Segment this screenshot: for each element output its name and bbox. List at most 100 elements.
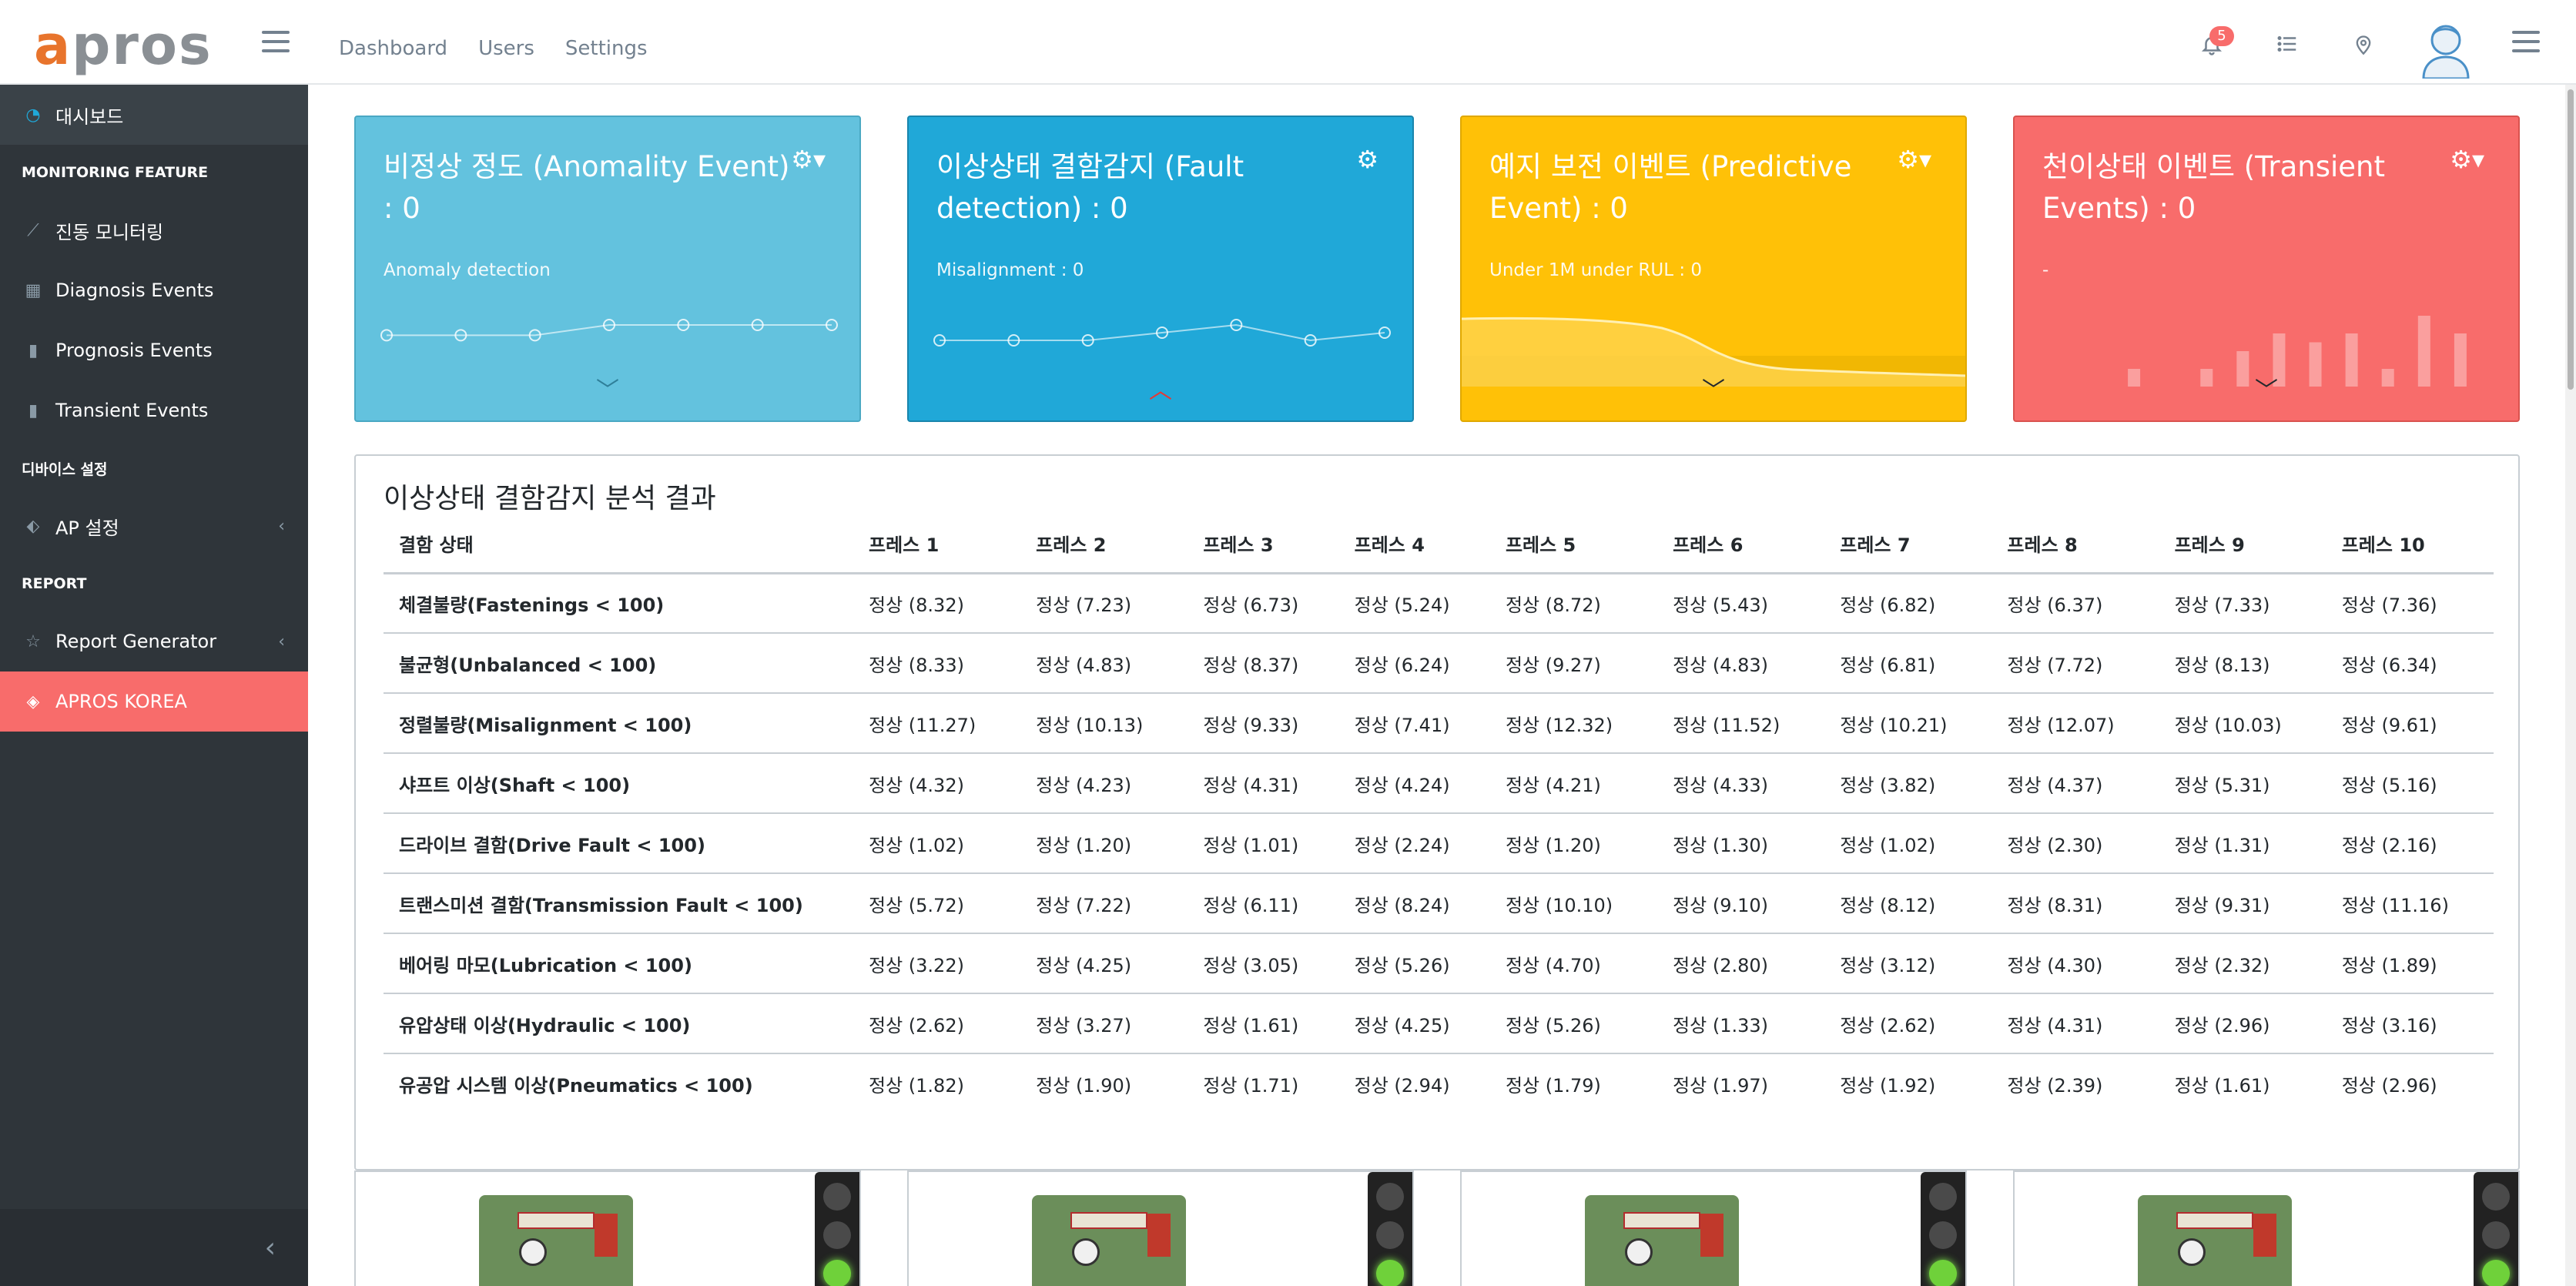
transient-event-card: 천이상태 이벤트 (Transient Events) : 0 - ⚙▾ ﹀ [2013, 116, 2520, 422]
sidebar-section-title: 디바이스 설정 [22, 460, 108, 478]
press-status-cell: 정상 (1.02) [853, 813, 1021, 874]
table-row: 드라이브 결함(Drive Fault < 100) 정상 (1.02) 정상 (1… [384, 813, 2494, 874]
press-status-cell: 정상 (10.13) [1020, 693, 1188, 754]
location-pin-icon [2356, 35, 2371, 55]
press-status-cell: 정상 (4.31) [1991, 993, 2159, 1054]
fault-type-cell: 체결불량(Fastenings < 100) [384, 573, 853, 634]
sidebar-toggle-button[interactable] [262, 31, 290, 52]
page-scrollbar[interactable] [2565, 85, 2576, 1286]
fault-type-cell: 드라이브 결함(Drive Fault < 100) [384, 813, 853, 874]
column-header-press: 프레스 7 [1824, 514, 1992, 574]
task-list-button[interactable] [2274, 32, 2300, 59]
tag-icon: ⬖ [26, 516, 40, 536]
predictive-event-card: 예지 보전 이벤트 (Predictive Event) : 0 Under 1… [1460, 116, 1967, 422]
press-status-cell: 정상 (4.83) [1020, 633, 1188, 694]
user-avatar[interactable] [2420, 20, 2471, 80]
sidebar-item-label: 진동 모니터링 [55, 221, 164, 243]
press-status-cell: 정상 (2.39) [2007, 1075, 2103, 1097]
press-status-cell: 정상 (4.31) [1188, 753, 1339, 814]
notifications-button[interactable]: 5 [2199, 26, 2234, 59]
card-subtitle: Under 1M under RUL : 0 [1489, 260, 1703, 280]
scrollbar-thumb[interactable] [2568, 89, 2574, 390]
bar-chart-icon: ▮ [28, 340, 39, 360]
press-equipment-card[interactable] [354, 1170, 861, 1286]
press-status-cell: 정상 (6.82) [1824, 573, 1992, 634]
nav-settings-link[interactable]: Settings [550, 37, 663, 60]
press-equipment-card[interactable] [907, 1170, 1414, 1286]
press-machine-image [1032, 1195, 1186, 1286]
location-button[interactable] [2350, 32, 2377, 59]
sidebar-item-label: Diagnosis Events [55, 280, 214, 301]
press-status-cell: 정상 (10.10) [1489, 873, 1658, 934]
press-status-cell: 정상 (11.16) [2326, 873, 2494, 934]
card-settings-button[interactable]: ⚙▾ [791, 145, 826, 174]
press-status-cell: 정상 (4.70) [1489, 933, 1658, 994]
press-status-cell: 정상 (4.37) [1991, 753, 2159, 814]
column-header-press: 프레스 5 [1489, 514, 1658, 574]
chevron-up-icon[interactable]: ︿ [909, 371, 1412, 405]
press-status-cell: 정상 (5.26) [1489, 993, 1658, 1054]
press-status-cell: 정상 (2.24) [1338, 813, 1490, 874]
press-status-cell: 정상 (10.03) [2159, 693, 2326, 754]
chevron-down-icon[interactable]: ﹀ [2015, 371, 2518, 405]
column-header-press: 프레스 9 [2159, 514, 2326, 574]
card-subtitle: Anomaly detection [384, 260, 551, 280]
panel-title: 이상상태 결함감지 분석 결과 [384, 483, 716, 514]
press-status-cell: 정상 (3.16) [2326, 993, 2494, 1054]
press-status-cell: 정상 (7.22) [1020, 873, 1188, 934]
sidebar-item-report-generator[interactable]: ☆ Report Generator ‹ [0, 611, 308, 671]
sidebar-item-dashboard[interactable]: ◔ 대시보드 [0, 85, 308, 145]
press-status-cell: 정상 (3.05) [1188, 933, 1339, 994]
sidebar-item-vibration[interactable]: ⟋ 진동 모니터링 [0, 200, 308, 260]
fault-type-cell: 유공압 시스템 이상(Pneumatics < 100) [399, 1075, 753, 1097]
press-status-cell: 정상 (5.31) [2159, 753, 2326, 814]
press-status-cell: 정상 (2.94) [1354, 1075, 1450, 1097]
top-nav: Dashboard Users Settings [323, 37, 663, 60]
press-status-cell: 정상 (8.37) [1188, 633, 1339, 694]
aside-menu-toggle-button[interactable] [2512, 31, 2540, 52]
fault-type-cell: 불균형(Unbalanced < 100) [384, 633, 853, 694]
sidebar-item-apros-korea[interactable]: ◈ APROS KOREA [0, 671, 308, 732]
fault-type-cell: 트랜스미션 결함(Transmission Fault < 100) [384, 873, 853, 934]
press-status-cell: 정상 (3.82) [1824, 753, 1992, 814]
sidebar-item-label: APROS KOREA [55, 691, 187, 712]
card-settings-button[interactable]: ⚙ [1356, 145, 1378, 174]
notification-badge: 5 [2209, 26, 2234, 46]
sidebar-item-prognosis[interactable]: ▮ Prognosis Events [0, 320, 308, 380]
press-equipment-card[interactable] [2013, 1170, 2520, 1286]
press-status-cell: 정상 (3.27) [1020, 993, 1188, 1054]
table-row: 샤프트 이상(Shaft < 100) 정상 (4.32) 정상 (4.23) 정상 … [384, 753, 2494, 814]
chevron-left-icon: ‹ [278, 631, 285, 651]
press-status-cell: 정상 (8.31) [1991, 873, 2159, 934]
nav-dashboard-link[interactable]: Dashboard [323, 37, 463, 60]
table-row: 트랜스미션 결함(Transmission Fault < 100) 정상 (5.… [384, 873, 2494, 934]
star-icon: ☆ [25, 631, 41, 651]
chevron-down-icon[interactable]: ﹀ [1462, 371, 1965, 405]
status-traffic-light [815, 1172, 859, 1286]
sidebar-minimizer-button[interactable]: ‹ [0, 1209, 308, 1286]
press-status-cell: 정상 (8.13) [2159, 633, 2326, 694]
press-status-cell: 정상 (1.61) [2174, 1075, 2270, 1097]
chevron-down-icon[interactable]: ﹀ [356, 371, 859, 405]
press-status-cell: 정상 (7.36) [2326, 573, 2494, 634]
gear-icon: ⚙▾ [791, 145, 826, 174]
card-settings-button[interactable]: ⚙▾ [1897, 145, 1931, 174]
press-equipment-card[interactable] [1460, 1170, 1967, 1286]
sidebar-item-transient[interactable]: ▮ Transient Events [0, 380, 308, 440]
press-status-cell: 정상 (4.25) [1338, 993, 1490, 1054]
press-status-cell: 정상 (8.24) [1338, 873, 1490, 934]
press-machine-image [2138, 1195, 2292, 1286]
calendar-icon: ▦ [25, 280, 42, 300]
avatar-icon [2422, 25, 2470, 80]
sidebar-item-ap-settings[interactable]: ⬖ AP 설정 ‹ [0, 496, 308, 556]
table-row: 유공압 시스템 이상(Pneumatics < 100) 정상 (1.82) 정상 … [384, 1053, 2494, 1114]
table-row: 정렬불량(Misalignment < 100) 정상 (11.27) 정상 (10… [384, 693, 2494, 754]
card-settings-button[interactable]: ⚙▾ [2450, 145, 2484, 174]
sidebar-item-label: Transient Events [55, 400, 209, 421]
nav-users-link[interactable]: Users [463, 37, 550, 60]
press-status-cell: 정상 (9.33) [1188, 693, 1339, 754]
sidebar-item-diagnosis[interactable]: ▦ Diagnosis Events [0, 260, 308, 320]
press-status-cell: 정상 (1.89) [2326, 933, 2494, 994]
brand-logo[interactable]: apros [34, 14, 213, 77]
press-status-cell: 정상 (5.26) [1338, 933, 1490, 994]
